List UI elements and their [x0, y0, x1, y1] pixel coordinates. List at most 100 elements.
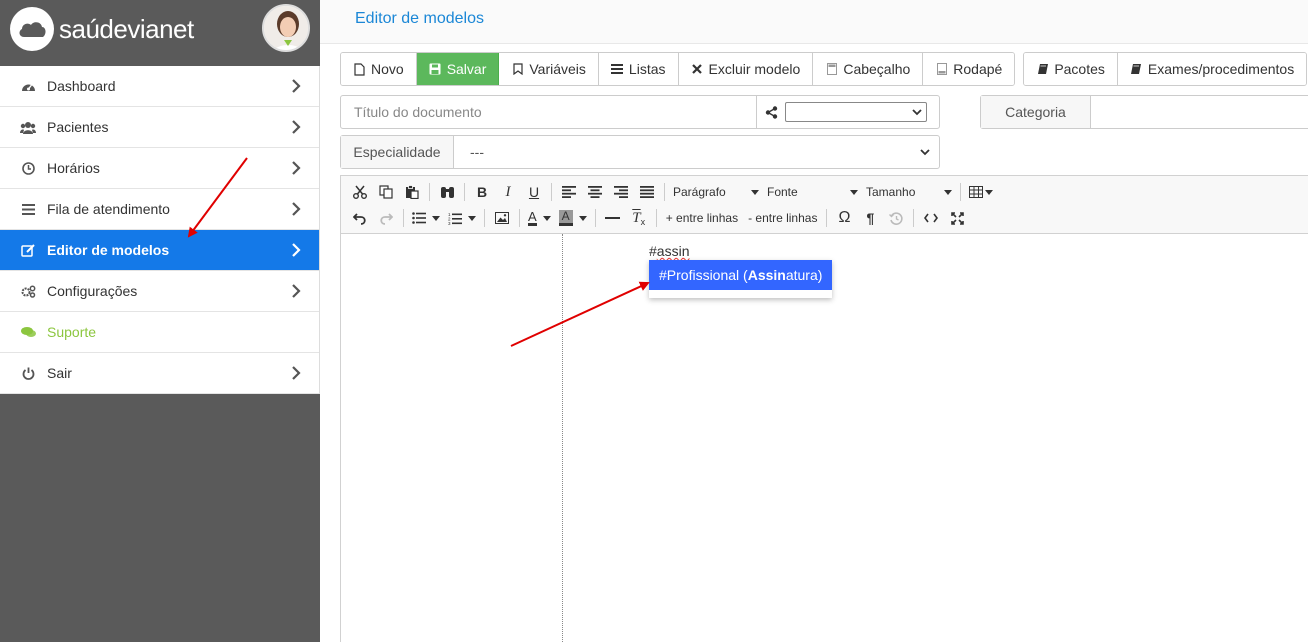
toolbar-divider	[519, 209, 520, 227]
rodape-label: Rodapé	[953, 61, 1003, 77]
chevron-right-icon	[292, 366, 301, 380]
file-icon	[353, 62, 366, 76]
typed-hash: #	[649, 243, 657, 259]
sidebar-item-suporte[interactable]: Suporte	[0, 312, 319, 353]
toolbar-divider	[664, 183, 665, 201]
share-select[interactable]	[785, 102, 927, 122]
editor-toolbar: B I U Parágrafo Fonte Tamanho 1 2 3 A A …	[341, 176, 1308, 234]
category-group: Categoria	[980, 95, 1308, 129]
decrease-line-height-button[interactable]: - entre linhas	[743, 211, 822, 225]
cut-icon[interactable]	[347, 180, 373, 204]
caret-down-icon	[985, 189, 993, 195]
toolbar-divider	[551, 183, 552, 201]
excluir-modelo-label: Excluir modelo	[708, 61, 801, 77]
justify-icon[interactable]	[634, 180, 660, 204]
sidebar-item-dashboard[interactable]: Dashboard	[0, 66, 319, 107]
sidebar-item-horarios[interactable]: Horários	[0, 148, 319, 189]
sidebar-item-pacientes[interactable]: Pacientes	[0, 107, 319, 148]
bullet-list-icon[interactable]	[408, 206, 444, 230]
background-color-icon[interactable]: A	[555, 206, 591, 230]
typed-text: #assin	[649, 243, 689, 259]
fullscreen-icon[interactable]	[944, 206, 970, 230]
document-title-input[interactable]	[341, 96, 757, 128]
footer-icon	[935, 63, 948, 76]
align-left-icon[interactable]	[556, 180, 582, 204]
paragraph-format-dropdown[interactable]: Parágrafo	[669, 180, 763, 204]
editor-content-area[interactable]: #assin #Profissional (Assin atura)	[341, 234, 1308, 642]
toolbar-divider	[429, 183, 430, 201]
horizontal-line-icon[interactable]	[600, 206, 626, 230]
chevron-down-icon	[912, 109, 922, 116]
caret-down-icon	[578, 215, 587, 221]
source-code-icon[interactable]	[918, 206, 944, 230]
category-input[interactable]	[1091, 96, 1308, 128]
redo-icon[interactable]	[373, 206, 399, 230]
specialty-group: Especialidade ---	[340, 135, 940, 169]
sidebar-item-label: Horários	[47, 160, 100, 176]
salvar-button[interactable]: Salvar	[416, 53, 500, 85]
chevron-right-icon	[292, 284, 301, 298]
chat-icon	[20, 324, 36, 340]
image-icon[interactable]	[489, 206, 515, 230]
cabecalho-label: Cabeçalho	[843, 61, 911, 77]
history-icon[interactable]	[883, 206, 909, 230]
cabecalho-button[interactable]: Cabeçalho	[813, 53, 924, 85]
editor-toolbar-row-1: B I U Parágrafo Fonte Tamanho	[347, 180, 997, 204]
align-right-icon[interactable]	[608, 180, 634, 204]
find-icon[interactable]	[434, 180, 460, 204]
numbered-list-icon[interactable]: 123	[444, 206, 480, 230]
excluir-modelo-button[interactable]: Excluir modelo	[678, 53, 814, 85]
exames-procedimentos-button[interactable]: Exames/procedimentos	[1117, 53, 1307, 85]
underline-icon[interactable]: U	[521, 180, 547, 204]
novo-button[interactable]: Novo	[341, 53, 417, 85]
font-dropdown[interactable]: Fonte	[763, 180, 862, 204]
undo-icon[interactable]	[347, 206, 373, 230]
italic-icon[interactable]: I	[495, 180, 521, 204]
document-title-group	[340, 95, 940, 129]
logo[interactable]: saúdevianet	[10, 7, 194, 51]
pacotes-button[interactable]: Pacotes	[1024, 53, 1118, 85]
caret-down-icon	[432, 215, 440, 221]
main-actions-group: Novo Salvar Variáveis Listas Excluir mod…	[340, 52, 1016, 86]
avatar[interactable]	[262, 4, 310, 52]
toolbar-divider	[594, 209, 596, 227]
autocomplete-match: Assin	[747, 267, 786, 283]
caret-down-icon	[468, 215, 476, 221]
variaveis-button[interactable]: Variáveis	[499, 53, 599, 85]
svg-text:3: 3	[448, 221, 451, 225]
sidebar-item-fila[interactable]: Fila de atendimento	[0, 189, 319, 230]
save-icon	[429, 63, 442, 76]
clear-format-icon[interactable]: Tx	[626, 206, 652, 230]
size-dropdown[interactable]: Tamanho	[862, 180, 956, 204]
text-color-icon[interactable]: A	[524, 206, 555, 230]
brand-header: saúdevianet	[0, 0, 320, 66]
list-icon	[20, 201, 36, 217]
copy-icon[interactable]	[373, 180, 399, 204]
paste-icon[interactable]	[399, 180, 425, 204]
rodape-button[interactable]: Rodapé	[923, 53, 1015, 85]
bold-icon[interactable]: B	[469, 180, 495, 204]
paragraph-format-label: Parágrafo	[673, 185, 726, 199]
sidebar-item-sair[interactable]: Sair	[0, 353, 319, 394]
sidebar-item-editor-modelos[interactable]: Editor de modelos	[0, 230, 319, 271]
listas-button[interactable]: Listas	[598, 53, 679, 85]
category-label: Categoria	[981, 96, 1091, 128]
autocomplete-option[interactable]: #Profissional (Assin atura)	[649, 260, 833, 290]
sidebar-item-label: Dashboard	[47, 78, 116, 94]
sidebar-item-configuracoes[interactable]: Configurações	[0, 271, 319, 312]
users-icon	[20, 119, 36, 135]
page-title: Editor de modelos	[355, 10, 484, 27]
special-char-icon[interactable]: Ω	[831, 206, 857, 230]
variaveis-label: Variáveis	[529, 61, 586, 77]
caret-down-icon	[542, 215, 551, 221]
table-icon[interactable]	[965, 180, 997, 204]
sidebar: saúdevianet Dashboard Pacientes Horários…	[0, 0, 320, 642]
align-center-icon[interactable]	[582, 180, 608, 204]
pacotes-label: Pacotes	[1054, 61, 1105, 77]
increase-line-height-button[interactable]: + entre linhas	[661, 211, 743, 225]
paragraph-mark-icon[interactable]: ¶	[857, 206, 883, 230]
brand-name: saúdevianet	[59, 13, 194, 44]
specialty-select[interactable]: ---	[454, 144, 919, 160]
listas-label: Listas	[628, 61, 666, 77]
packages-group: Pacotes Exames/procedimentos	[1023, 52, 1308, 86]
